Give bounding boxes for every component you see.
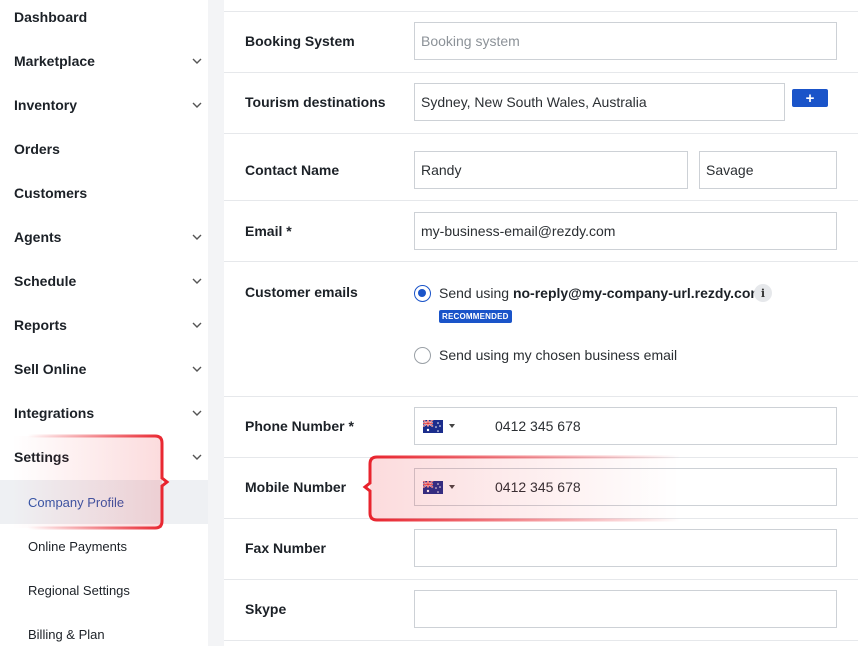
sidebar-item-integrations[interactable]: Integrations <box>0 391 208 435</box>
booking-system-input[interactable]: Booking system <box>414 22 837 60</box>
sidebar-item-label: Integrations <box>14 405 95 421</box>
fax-number-label: Fax Number <box>245 540 326 556</box>
sidebar-subitem-label: Online Payments <box>28 538 127 554</box>
chevron-down-icon <box>191 99 203 111</box>
sidebar-item-label: Settings <box>14 449 70 465</box>
send-noreply-radio[interactable] <box>414 285 431 302</box>
booking-system-label: Booking System <box>245 33 355 49</box>
sidebar-subitem-online-payments[interactable]: Online Payments <box>0 524 208 568</box>
australia-flag-icon[interactable] <box>423 481 443 494</box>
sidebar-subitem-label: Billing & Plan <box>28 626 105 642</box>
sidebar-item-label: Inventory <box>14 97 78 113</box>
row-divider <box>224 72 858 73</box>
phone-number-input[interactable] <box>414 407 837 445</box>
chevron-down-icon <box>191 363 203 375</box>
caret-down-icon[interactable] <box>449 424 455 428</box>
phone-number-label: Phone Number * <box>245 418 354 434</box>
sidebar-item-label: Marketplace <box>14 53 95 69</box>
sidebar-item-settings[interactable]: Settings <box>0 435 208 479</box>
customer-emails-label: Customer emails <box>245 284 358 300</box>
row-divider <box>224 200 858 201</box>
sidebar-item-dashboard[interactable]: Dashboard <box>0 0 208 39</box>
row-divider <box>224 518 858 519</box>
row-divider <box>224 133 858 134</box>
contact-name-label: Contact Name <box>245 162 340 178</box>
tourism-destinations-input[interactable]: Sydney, New South Wales, Australia <box>414 83 785 121</box>
sidebar-item-reports[interactable]: Reports <box>0 303 208 347</box>
email-input[interactable]: my-business-email@rezdy.com <box>414 212 837 250</box>
row-divider <box>224 579 858 580</box>
sidebar-item-label: Dashboard <box>14 9 88 25</box>
fax-number-input[interactable] <box>414 529 837 567</box>
sidebar-subitem-label: Regional Settings <box>28 582 130 598</box>
send-business-email-radio[interactable] <box>414 347 431 364</box>
email-label: Email * <box>245 223 292 239</box>
send-noreply-prefix: Send using <box>439 285 513 301</box>
tourism-destinations-label: Tourism destinations <box>245 94 386 110</box>
sidebar-item-label: Schedule <box>14 273 77 289</box>
mobile-number-input[interactable] <box>414 468 837 506</box>
sidebar-item-label: Reports <box>14 317 67 333</box>
sidebar-item-orders[interactable]: Orders <box>0 127 208 171</box>
sidebar-item-label: Orders <box>14 141 60 157</box>
chevron-down-icon <box>191 55 203 67</box>
phone-number-value: 0412 345 678 <box>495 418 581 434</box>
row-divider <box>224 457 858 458</box>
info-icon[interactable]: i <box>754 284 772 302</box>
sidebar-item-label: Sell Online <box>14 361 87 377</box>
sidebar-subitem-label: Company Profile <box>28 494 125 510</box>
chevron-down-icon <box>191 275 203 287</box>
mobile-number-label: Mobile Number <box>245 479 347 495</box>
add-destination-button[interactable]: + <box>792 89 828 107</box>
sidebar-item-sell-online[interactable]: Sell Online <box>0 347 208 391</box>
row-divider <box>224 396 858 397</box>
send-business-email-text: Send using my chosen business email <box>439 347 678 363</box>
chevron-down-icon <box>191 319 203 331</box>
row-divider <box>224 261 858 262</box>
noreply-address: no-reply@my-company-url.rezdy.com <box>512 285 763 301</box>
mobile-number-value: 0412 345 678 <box>495 479 581 495</box>
sidebar-item-label: Agents <box>14 229 62 245</box>
sidebar-subitem-regional-settings[interactable]: Regional Settings <box>0 568 208 612</box>
sidebar-item-inventory[interactable]: Inventory <box>0 83 208 127</box>
contact-last-name-input[interactable]: Savage <box>699 151 837 189</box>
sidebar-subitem-billing-plan[interactable]: Billing & Plan <box>0 612 208 646</box>
row-divider <box>224 640 858 641</box>
content-gutter <box>208 0 224 646</box>
sidebar-item-label: Customers <box>14 185 88 201</box>
sidebar-item-agents[interactable]: Agents <box>0 215 208 259</box>
chevron-down-icon <box>191 407 203 419</box>
skype-label: Skype <box>245 601 287 617</box>
sidebar-item-schedule[interactable]: Schedule <box>0 259 208 303</box>
sidebar-item-marketplace[interactable]: Marketplace <box>0 39 208 83</box>
send-noreply-text: Send using no-reply@my-company-url.rezdy… <box>439 285 763 301</box>
chevron-down-icon <box>191 451 203 463</box>
row-divider <box>224 11 858 12</box>
chevron-down-icon <box>191 231 203 243</box>
caret-down-icon[interactable] <box>449 485 455 489</box>
sidebar-subitem-company-profile[interactable]: Company Profile <box>0 480 208 524</box>
skype-input[interactable] <box>414 590 837 628</box>
sidebar: Dashboard Marketplace Inventory Orders C… <box>0 0 208 646</box>
recommended-badge: RECOMMENDED <box>439 310 512 323</box>
australia-flag-icon[interactable] <box>423 420 443 433</box>
sidebar-item-customers[interactable]: Customers <box>0 171 208 215</box>
contact-first-name-input[interactable]: Randy <box>414 151 688 189</box>
